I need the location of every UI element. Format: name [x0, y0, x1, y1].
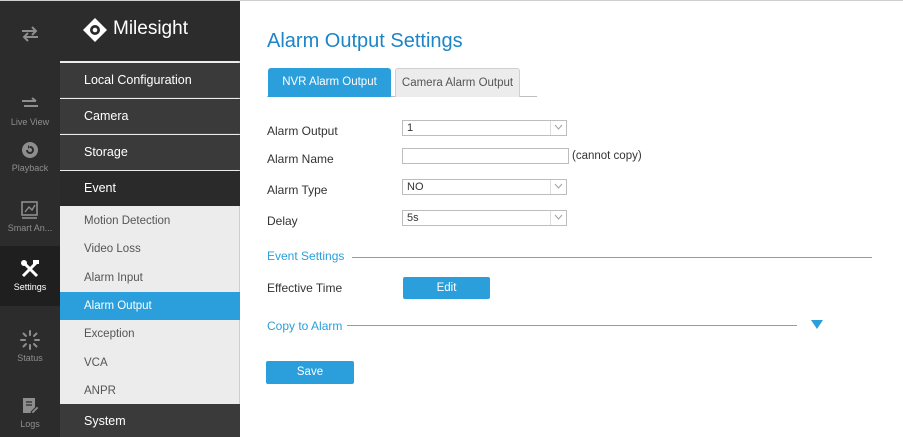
brand-name: Milesight	[113, 18, 188, 39]
app-window: Live View Playback Smart An... Settings …	[0, 0, 903, 437]
rail-label: Logs	[20, 419, 40, 429]
rail-settings[interactable]: Settings	[0, 246, 60, 306]
logs-icon	[23, 398, 40, 415]
menu-item-vca[interactable]: VCA	[60, 349, 240, 377]
alarm-name-input[interactable]	[402, 148, 569, 164]
tab-bar: NVR Alarm Output Camera Alarm Output	[267, 67, 537, 97]
rail-swap[interactable]	[0, 1, 60, 61]
rail-label: Live View	[10, 117, 50, 127]
menu-local-configuration[interactable]: Local Configuration	[60, 63, 240, 98]
swap-arrows-icon	[22, 26, 38, 42]
menu-camera[interactable]: Camera	[60, 99, 240, 134]
menu-event[interactable]: Event	[60, 171, 240, 206]
settings-menu: Milesight Local Configuration Camera Sto…	[60, 1, 240, 437]
delay-select[interactable]: 5s	[402, 210, 567, 226]
menu-storage[interactable]: Storage	[60, 135, 240, 170]
alarm-output-select[interactable]: 1	[402, 120, 567, 136]
event-settings-title: Event Settings	[267, 249, 345, 263]
delay-value: 5s	[407, 212, 419, 224]
milesight-logo-icon	[83, 18, 107, 42]
alarm-output-label: Alarm Output	[267, 124, 338, 138]
alarm-name-label: Alarm Name	[267, 152, 334, 166]
live-view-icon	[22, 97, 38, 107]
alarm-output-value: 1	[407, 122, 414, 134]
alarm-type-label: Alarm Type	[267, 183, 328, 197]
rail-logs[interactable]: Logs	[0, 379, 60, 437]
menu-system[interactable]: System	[60, 404, 240, 437]
menu-item-alarm-input[interactable]: Alarm Input	[60, 264, 240, 292]
rail-label: Smart An...	[7, 223, 53, 233]
delay-label: Delay	[267, 214, 298, 228]
main-content: Alarm Output Settings NVR Alarm Output C…	[241, 1, 903, 437]
menu-item-exception[interactable]: Exception	[60, 320, 240, 348]
menu-item-alarm-output[interactable]: Alarm Output	[60, 292, 240, 320]
rail-label: Playback	[11, 163, 49, 173]
edit-button[interactable]: Edit	[403, 277, 490, 299]
playback-icon	[22, 142, 38, 158]
triangle-down-icon[interactable]	[811, 320, 823, 329]
alarm-type-value: NO	[407, 181, 424, 193]
tab-camera-alarm-output[interactable]: Camera Alarm Output	[395, 68, 520, 97]
tab-nvr-alarm-output[interactable]: NVR Alarm Output	[268, 68, 391, 97]
chevron-down-icon	[550, 211, 566, 225]
chevron-down-icon	[550, 180, 566, 194]
rail-smart-analysis[interactable]: Smart An...	[0, 187, 60, 247]
rail-status[interactable]: Status	[0, 317, 60, 377]
page-title: Alarm Output Settings	[267, 30, 463, 52]
alarm-name-note: (cannot copy)	[572, 150, 642, 162]
smart-analysis-icon	[21, 201, 38, 219]
menu-item-motion-detection[interactable]: Motion Detection	[60, 207, 240, 235]
menu-item-anpr[interactable]: ANPR	[60, 377, 240, 405]
copy-to-alarm-divider	[347, 325, 797, 326]
rail-label: Status	[17, 353, 43, 363]
icon-rail: Live View Playback Smart An... Settings …	[0, 1, 60, 437]
effective-time-label: Effective Time	[267, 281, 343, 295]
rail-label: Settings	[13, 282, 47, 292]
chevron-down-icon	[550, 121, 566, 135]
logo-bar: Milesight	[60, 1, 240, 61]
settings-tools-icon	[21, 260, 39, 278]
event-settings-divider	[352, 257, 872, 258]
copy-to-alarm-title: Copy to Alarm	[267, 319, 343, 333]
rail-playback[interactable]: Playback	[0, 127, 60, 187]
save-button[interactable]: Save	[266, 361, 354, 384]
status-spinner-icon	[20, 330, 40, 350]
menu-item-video-loss[interactable]: Video Loss	[60, 235, 240, 263]
alarm-type-select[interactable]: NO	[402, 179, 567, 195]
